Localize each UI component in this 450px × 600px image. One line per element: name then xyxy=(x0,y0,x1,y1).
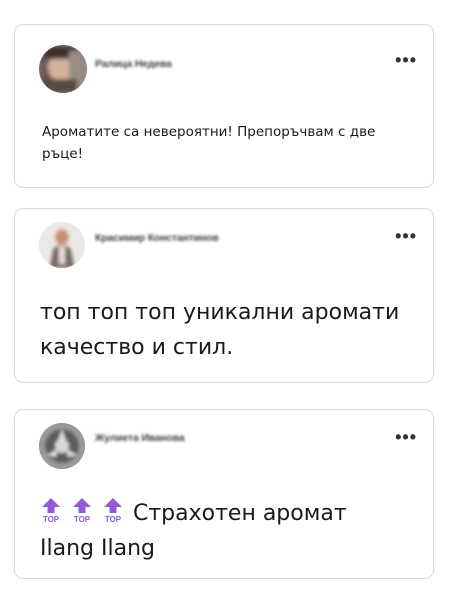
comment-author[interactable]: Жулиета Иванова xyxy=(95,432,185,444)
avatar[interactable] xyxy=(39,45,87,93)
avatar-photo-icon xyxy=(39,222,85,268)
top-emoji-icon: TOP xyxy=(40,497,62,523)
svg-text:TOP: TOP xyxy=(43,515,60,523)
svg-text:TOP: TOP xyxy=(105,515,122,523)
avatar[interactable] xyxy=(39,423,85,469)
top-emoji-icon: TOP xyxy=(71,497,93,523)
avatar[interactable] xyxy=(39,222,85,268)
more-options-icon[interactable]: ••• xyxy=(395,428,417,446)
avatar-photo-icon xyxy=(39,45,87,93)
top-emoji-icon: TOP xyxy=(102,497,124,523)
comment-card: Красимир Константинов ••• топ топ топ ун… xyxy=(14,208,434,383)
comment-text-line2: Ilang Ilang xyxy=(40,536,155,561)
comment-text: топ топ топ уникални аромати качество и … xyxy=(40,300,400,360)
comment-text: Ароматите са невероятни! Препоръчвам с д… xyxy=(42,124,376,162)
comment-card: Ралица Недева ••• Ароматите са невероятн… xyxy=(14,24,434,188)
more-options-icon[interactable]: ••• xyxy=(395,51,417,69)
comment-text-line1: Страхотен аромат xyxy=(133,501,347,526)
comment-text: TOP TOP TOP Страхотен аромат Ilang Ilang xyxy=(40,496,420,566)
svg-text:TOP: TOP xyxy=(74,515,91,523)
comment-card: Жулиета Иванова ••• TOP TOP TOP Страхоте… xyxy=(14,409,434,579)
more-options-icon[interactable]: ••• xyxy=(395,227,417,245)
comment-author[interactable]: Ралица Недева xyxy=(95,58,172,70)
comment-author[interactable]: Красимир Константинов xyxy=(95,232,219,244)
avatar-emblem-icon xyxy=(39,423,85,469)
